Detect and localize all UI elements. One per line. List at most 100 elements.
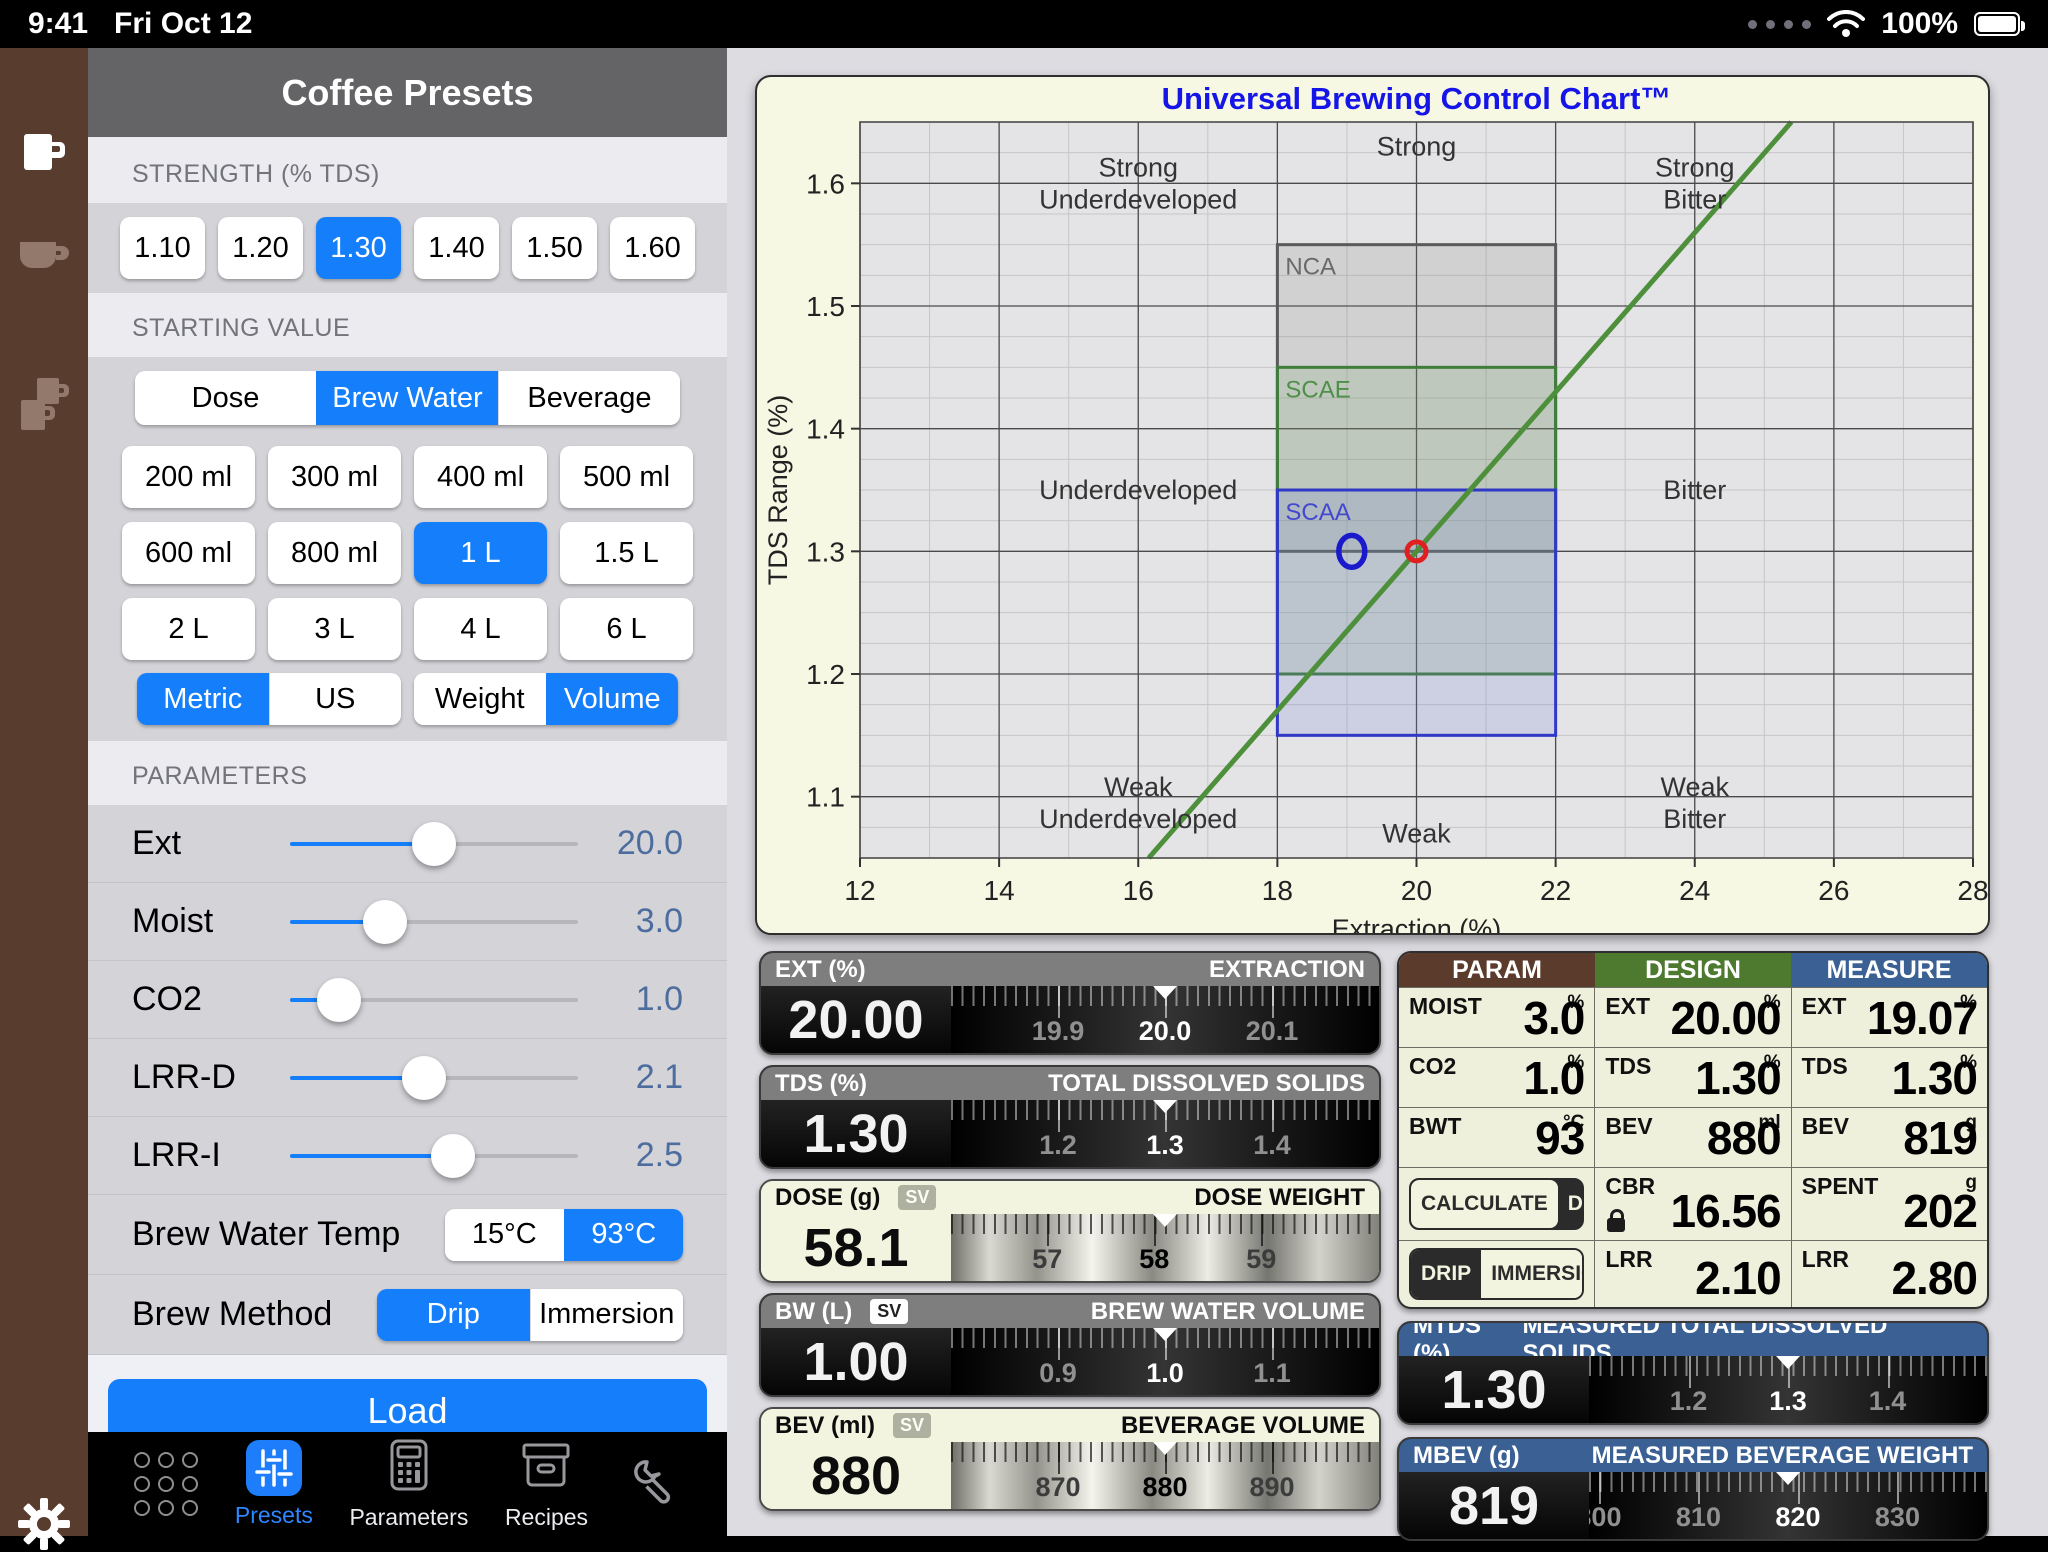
x-tick-label: 24 (1679, 875, 1710, 906)
volume-option-4-l[interactable]: 4 L (414, 598, 547, 660)
double-mug-icon[interactable] (15, 376, 73, 438)
table-row: CO2%1.0TDS%1.30TDS%1.30 (1399, 1047, 1987, 1107)
slider-label: CO2 (132, 980, 290, 1019)
slider-lrr-d[interactable] (290, 1056, 578, 1100)
ruler-label: 1.4 (1869, 1386, 1907, 1417)
slider-label: Ext (132, 824, 290, 863)
status-bar: 9:41 Fri Oct 12 100% (0, 0, 2048, 48)
gauge-value: 58.1 (761, 1214, 951, 1281)
gauge-ruler[interactable]: 0.91.01.1 (951, 1328, 1379, 1395)
table-cell: EXT%19.07 (1791, 988, 1987, 1047)
segment-beverage[interactable]: Beverage (498, 371, 680, 425)
zone-label: Strong (1098, 152, 1178, 182)
toggle-calculate-design[interactable]: CALCULATEDESIGN (1409, 1178, 1584, 1230)
volume-option-1.5-l[interactable]: 1.5 L (560, 522, 693, 584)
gauge-sublabel: BEVERAGE VOLUME (1121, 1412, 1365, 1440)
tab-parameters[interactable]: Parameters (349, 1437, 468, 1531)
volume-option-400-ml[interactable]: 400 ml (414, 446, 547, 508)
ruler-label: 1.3 (1769, 1386, 1807, 1417)
volume-option-1-l[interactable]: 1 L (414, 522, 547, 584)
volume-option-600-ml[interactable]: 600 ml (122, 522, 255, 584)
gauge-sublabel: BREW WATER VOLUME (1091, 1298, 1365, 1326)
segment-dose[interactable]: Dose (135, 371, 316, 425)
volume-option-500-ml[interactable]: 500 ml (560, 446, 693, 508)
ruler-label: 880 (1142, 1472, 1187, 1503)
strength-option-1.60[interactable]: 1.60 (610, 217, 695, 279)
gauge-label: EXT (%) (775, 956, 866, 984)
volume-option-800-ml[interactable]: 800 ml (268, 522, 401, 584)
unit-us[interactable]: US (269, 673, 402, 725)
slider-thumb[interactable] (363, 900, 407, 944)
tab-wrench-icon[interactable] (625, 1454, 681, 1515)
volume-option-2-l[interactable]: 2 L (122, 598, 255, 660)
y-tick-label: 1.4 (806, 414, 845, 445)
tab-presets[interactable]: Presets (235, 1440, 313, 1529)
gauge-sublabel: MEASURED BEVERAGE WEIGHT (1592, 1442, 1973, 1470)
toggle-option[interactable]: IMMERSION (1481, 1250, 1584, 1298)
tab-grid-dots-icon[interactable] (134, 1452, 198, 1516)
gauge-ruler[interactable]: 870880890 (951, 1442, 1379, 1509)
gauge-ruler[interactable]: 19.920.020.1 (951, 986, 1379, 1053)
strength-option-1.30[interactable]: 1.30 (316, 217, 401, 279)
cell-label: EXT (1605, 993, 1650, 1020)
tab-recipes[interactable]: Recipes (505, 1437, 588, 1531)
gauge-value: 1.30 (761, 1100, 951, 1167)
volume-option-300-ml[interactable]: 300 ml (268, 446, 401, 508)
temp-93-c[interactable]: 93°C (564, 1209, 684, 1261)
slider-ext[interactable] (290, 822, 578, 866)
gauge-ruler[interactable]: 800810820830 (1589, 1472, 1987, 1539)
cell-value: 1.0 (1523, 1051, 1584, 1105)
table-cell: BEVml880 (1594, 1108, 1790, 1167)
mode-volume[interactable]: Volume (546, 673, 679, 725)
method-immersion[interactable]: Immersion (530, 1289, 684, 1341)
unit-system-segmented: MetricUS (137, 673, 401, 725)
param-design-measure-table: PARAMDESIGNMEASUREMOIST%3.0EXT%20.00EXT%… (1397, 951, 1989, 1309)
slider-thumb[interactable] (317, 978, 361, 1022)
starting-value-section-label: STARTING VALUE (88, 293, 727, 357)
archive-box-icon (517, 1437, 575, 1498)
gauge-sublabel: DOSE WEIGHT (1194, 1184, 1365, 1212)
slider-thumb[interactable] (431, 1134, 475, 1178)
espresso-cup-icon[interactable] (16, 236, 72, 280)
table-row: BWT°C93BEVml880BEVg819 (1399, 1107, 1987, 1167)
toggle-drip-immersion[interactable]: DRIPIMMERSION (1409, 1248, 1584, 1300)
strength-option-1.50[interactable]: 1.50 (512, 217, 597, 279)
screen: 9:41 Fri Oct 12 100% (0, 0, 2048, 1536)
volume-option-3-l[interactable]: 3 L (268, 598, 401, 660)
gear-icon[interactable] (16, 1496, 72, 1552)
strength-option-1.10[interactable]: 1.10 (120, 217, 205, 279)
gauge-value: 1.30 (1399, 1356, 1589, 1423)
sv-badge: SV (893, 1413, 931, 1438)
brew-water-temp-row: Brew Water Temp 15°C93°C (88, 1195, 727, 1275)
cell-label: BEV (1802, 1113, 1849, 1140)
mug-icon[interactable] (18, 126, 70, 178)
gauge-ruler[interactable]: 575859 (951, 1214, 1379, 1281)
strength-section-label: STRENGTH (% TDS) (88, 137, 727, 203)
gauge-label: DOSE (g) (775, 1184, 880, 1212)
slider-thumb[interactable] (402, 1056, 446, 1100)
slider-label: Moist (132, 902, 290, 941)
toggle-option[interactable]: CALCULATE (1411, 1180, 1558, 1228)
unit-metric[interactable]: Metric (137, 673, 269, 725)
toggle-option[interactable]: DRIP (1411, 1250, 1481, 1298)
strength-option-1.20[interactable]: 1.20 (218, 217, 303, 279)
slider-co2[interactable] (290, 978, 578, 1022)
slider-moist[interactable] (290, 900, 578, 944)
temp-15-c[interactable]: 15°C (445, 1209, 564, 1261)
ruler-label: 890 (1249, 1472, 1294, 1503)
strength-option-1.40[interactable]: 1.40 (414, 217, 499, 279)
x-tick-label: 22 (1540, 875, 1571, 906)
volume-option-6-l[interactable]: 6 L (560, 598, 693, 660)
gauge-ruler[interactable]: 1.21.31.4 (951, 1100, 1379, 1167)
volume-option-200-ml[interactable]: 200 ml (122, 446, 255, 508)
toggle-option[interactable]: DESIGN (1558, 1180, 1585, 1228)
method-drip[interactable]: Drip (377, 1289, 530, 1341)
mode-weight[interactable]: Weight (414, 673, 546, 725)
slider-lrr-i[interactable] (290, 1134, 578, 1178)
clock: 9:41 (28, 7, 88, 41)
x-tick-label: 26 (1818, 875, 1849, 906)
slider-thumb[interactable] (412, 822, 456, 866)
segment-brew-water[interactable]: Brew Water (316, 371, 498, 425)
zone-label: Strong (1655, 152, 1735, 182)
gauge-ruler[interactable]: 1.21.31.4 (1589, 1356, 1987, 1423)
